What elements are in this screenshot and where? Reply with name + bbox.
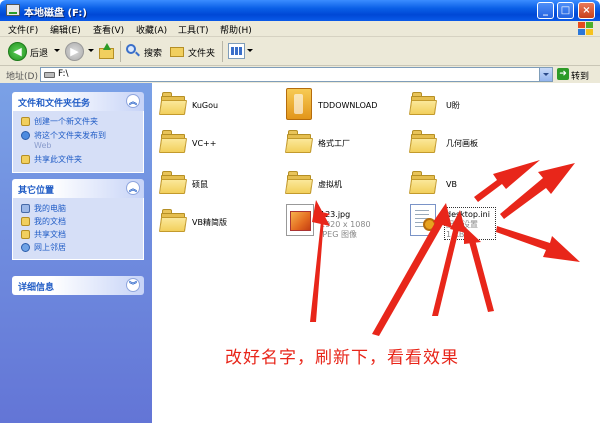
- search-button[interactable]: 搜索: [144, 46, 162, 59]
- menu-tools[interactable]: 工具(T): [178, 23, 209, 36]
- file-tasks-header[interactable]: 文件和文件夹任务 ︽: [12, 92, 144, 111]
- views-icon[interactable]: [228, 43, 245, 59]
- folder-icon: [408, 171, 438, 195]
- folder-icon: [284, 130, 314, 154]
- menu-bar: 文件(F) 编辑(E) 查看(V) 收藏(A) 工具(T) 帮助(H): [0, 21, 600, 37]
- file-item[interactable]: U盼: [408, 92, 500, 124]
- maximize-button[interactable]: □: [557, 2, 574, 19]
- share-folder-icon: [21, 155, 30, 164]
- menu-edit[interactable]: 编辑(E): [50, 23, 81, 36]
- computer-icon: [21, 204, 30, 213]
- new-folder-icon: [21, 117, 30, 126]
- other-places-panel: 其它位置 ︽ 我的电脑 我的文档 共享文档 网上邻居: [12, 179, 144, 260]
- folder-icon: [158, 171, 188, 195]
- annotation-text: 改好名字，刷新下，看看效果: [225, 348, 459, 368]
- shared-folder-icon: [21, 230, 30, 239]
- other-places-title: 其它位置: [18, 186, 55, 196]
- address-bar: 地址(D) F:\ ➜ 转到: [0, 66, 600, 83]
- details-header[interactable]: 详细信息 ︾: [12, 276, 144, 295]
- back-button[interactable]: 后退: [30, 46, 48, 59]
- file-item[interactable]: 几何画板: [408, 130, 510, 162]
- tddownload-folder-icon: [286, 88, 312, 120]
- go-button[interactable]: ➜ 转到: [556, 67, 596, 82]
- back-arrow-icon[interactable]: ◀: [8, 42, 27, 61]
- menu-view[interactable]: 查看(V): [93, 23, 124, 36]
- config-settings-icon: [410, 204, 436, 236]
- toolbar: ◀ 后退 ▶ 搜索 文件夹: [0, 37, 600, 66]
- details-panel: 详细信息 ︾: [12, 276, 144, 295]
- collapse-chevron-icon[interactable]: ︽: [126, 94, 140, 108]
- close-button[interactable]: ×: [578, 2, 595, 19]
- folder-icon: [284, 171, 314, 195]
- windows-logo-icon: [578, 22, 594, 36]
- globe-icon: [21, 131, 30, 140]
- drive-icon: [6, 4, 20, 16]
- address-value[interactable]: F:\: [58, 69, 69, 79]
- task-pane: 文件和文件夹任务 ︽ 创建一个新文件夹 将这个文件夹发布到 Web 共享此文件夹…: [0, 83, 152, 423]
- menu-help[interactable]: 帮助(H): [220, 23, 252, 36]
- back-dropdown-icon[interactable]: [54, 49, 60, 52]
- file-item[interactable]: desktop.ini 配置设置 1 KB: [410, 204, 520, 244]
- collapse-chevron-icon[interactable]: ︽: [126, 181, 140, 195]
- address-label: 地址(D): [6, 72, 38, 82]
- file-tasks-panel: 文件和文件夹任务 ︽ 创建一个新文件夹 将这个文件夹发布到 Web 共享此文件夹: [12, 92, 144, 173]
- go-arrow-icon: ➜: [557, 68, 569, 80]
- forward-dropdown-icon[interactable]: [88, 49, 94, 52]
- menu-file[interactable]: 文件(F): [8, 23, 38, 36]
- menu-favorites[interactable]: 收藏(A): [136, 23, 167, 36]
- file-item[interactable]: 格式工厂: [284, 130, 386, 162]
- views-dropdown-icon[interactable]: [247, 49, 253, 52]
- folder-icon: [158, 209, 188, 233]
- toolbar-separator: [222, 41, 223, 62]
- file-tasks-body: 创建一个新文件夹 将这个文件夹发布到 Web 共享此文件夹: [12, 111, 144, 173]
- drive-icon: [44, 72, 55, 78]
- jpeg-image-icon: [286, 204, 314, 236]
- expand-chevron-icon[interactable]: ︾: [126, 278, 140, 292]
- folder-icon: [158, 92, 188, 116]
- file-item[interactable]: KuGou: [158, 92, 250, 124]
- go-label: 转到: [571, 72, 590, 82]
- other-places-body: 我的电脑 我的文档 共享文档 网上邻居: [12, 198, 144, 260]
- documents-folder-icon: [21, 217, 30, 226]
- file-view: KuGou TDDOWNLOAD U盼 VC++ 格式工厂 几何画板 硕鼠 虚拟…: [152, 83, 600, 423]
- forward-arrow-icon[interactable]: ▶: [65, 42, 84, 61]
- other-places-header[interactable]: 其它位置 ︽: [12, 179, 144, 198]
- details-title: 详细信息: [18, 283, 55, 293]
- folder-icon: [158, 130, 188, 154]
- address-input[interactable]: F:\: [40, 67, 553, 82]
- folder-icon: [408, 130, 438, 154]
- toolbar-separator: [120, 41, 121, 62]
- search-icon[interactable]: [126, 44, 140, 58]
- file-tasks-title: 文件和文件夹任务: [18, 99, 91, 109]
- folders-icon[interactable]: [170, 45, 185, 58]
- title-bar[interactable]: 本地磁盘 (F:) _ □ ×: [0, 0, 600, 21]
- file-item[interactable]: 虚拟机: [284, 171, 376, 203]
- network-icon: [21, 243, 30, 252]
- minimize-button[interactable]: _: [537, 2, 554, 19]
- up-folder-icon[interactable]: [99, 43, 115, 60]
- folders-button[interactable]: 文件夹: [188, 46, 215, 59]
- file-item[interactable]: VB精简版: [158, 209, 260, 241]
- address-dropdown-icon[interactable]: [539, 68, 552, 81]
- file-item[interactable]: 123.jpg 1920 x 1080 JPEG 图像: [286, 204, 396, 244]
- window-title: 本地磁盘 (F:): [24, 8, 87, 19]
- file-item[interactable]: VC++: [158, 130, 250, 162]
- file-item[interactable]: VB: [408, 171, 500, 203]
- file-item[interactable]: 硕鼠: [158, 171, 250, 203]
- folder-icon: [408, 92, 438, 116]
- file-item[interactable]: TDDOWNLOAD: [286, 88, 396, 124]
